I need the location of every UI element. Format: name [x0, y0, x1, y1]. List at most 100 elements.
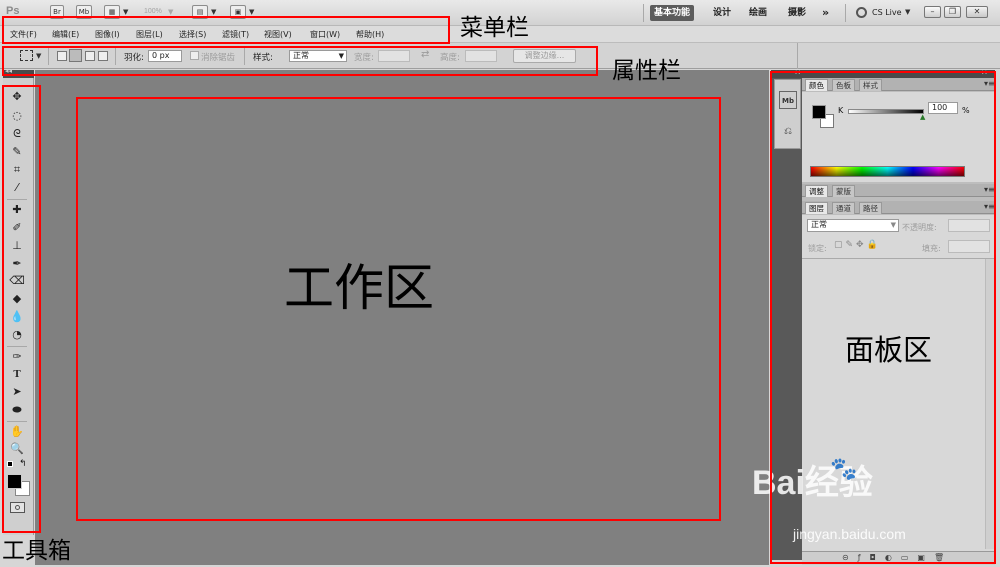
marquee-tool-icon[interactable]: ◌ [6, 108, 28, 124]
workspace-photography[interactable]: 摄影 [784, 5, 810, 21]
opacity-input[interactable] [948, 219, 990, 232]
quick-mask-icon[interactable] [10, 502, 25, 513]
restore-button[interactable]: ❐ [944, 6, 961, 18]
paint-bucket-tool-icon[interactable]: ◆ [6, 291, 28, 307]
default-colors-icon[interactable] [7, 461, 13, 467]
view-extras-button[interactable]: ▦ [104, 5, 120, 19]
more-workspaces-icon[interactable]: » [818, 5, 833, 21]
panel-column-header[interactable]: ▸▸ [802, 68, 995, 78]
toolbox-annotation: 工具箱 [2, 538, 71, 564]
type-tool-icon[interactable]: T [6, 366, 28, 382]
menu-edit[interactable]: 编辑(E) [52, 29, 79, 40]
menu-help[interactable]: 帮助(H) [356, 29, 384, 40]
menu-view[interactable]: 视图(V) [264, 29, 292, 40]
width-input[interactable] [378, 50, 410, 62]
dodge-tool-icon[interactable]: ◔ [6, 327, 28, 343]
fill-input[interactable] [948, 240, 990, 253]
path-selection-tool-icon[interactable]: ➤ [6, 384, 28, 400]
lock-icons[interactable]: ▢✎✥🔒 [834, 240, 881, 250]
workspace-painting[interactable]: 绘画 [745, 5, 771, 21]
refine-edge-button[interactable]: 调整边缘... [513, 49, 576, 63]
menu-select[interactable]: 选择(S) [179, 29, 206, 40]
color-spectrum-bar[interactable] [810, 166, 965, 177]
mini-bridge-icon[interactable]: Mb [779, 91, 797, 109]
mini-bridge-button[interactable]: Mb [76, 5, 92, 19]
tab-adjustments[interactable]: 调整 [805, 185, 828, 197]
workspace-essentials[interactable]: 基本功能 [650, 5, 695, 21]
k-value-input[interactable]: 100 [928, 102, 958, 114]
ellipse-tool-icon[interactable]: ⬬ [6, 402, 28, 418]
collapse-icon[interactable]: ◂◂ [5, 67, 12, 75]
panel-menu-icon[interactable]: ▾≡ [984, 79, 995, 88]
pen-tool-icon[interactable]: ✑ [6, 349, 28, 365]
move-tool-icon[interactable]: ✥ [6, 89, 28, 105]
foreground-color-swatch[interactable] [7, 474, 22, 489]
crop-tool-icon[interactable]: ⌗ [6, 162, 28, 178]
panel-menu-icon[interactable]: ▾≡ [984, 202, 995, 211]
blur-tool-icon[interactable]: 💧 [6, 309, 28, 325]
antialias-label: 消除锯齿 [201, 53, 236, 63]
tab-color[interactable]: 颜色 [805, 79, 828, 91]
workspace-design[interactable]: 设计 [709, 5, 735, 21]
tab-masks[interactable]: 蒙版 [832, 185, 855, 197]
new-selection-icon[interactable] [57, 51, 67, 61]
eyedropper-tool-icon[interactable]: ⁄ [6, 180, 28, 196]
tool-preset-dropdown-icon[interactable]: ▼ [36, 52, 41, 60]
add-to-selection-icon[interactable] [69, 49, 82, 62]
zoom-tool-icon[interactable]: 🔍 [6, 441, 28, 457]
toolbox-header[interactable]: ◂◂ [3, 67, 34, 78]
slider-thumb-icon[interactable]: ▲ [920, 113, 925, 121]
layers-scrollbar[interactable] [985, 259, 995, 549]
tab-paths[interactable]: 路径 [859, 202, 882, 214]
blend-mode-select[interactable]: 正常 ▼ [807, 219, 899, 232]
intersect-selection-icon[interactable] [98, 51, 108, 61]
history-brush-tool-icon[interactable]: ✒ [6, 256, 28, 272]
menu-layer[interactable]: 图层(L) [136, 29, 163, 40]
menu-file[interactable]: 文件(F) [10, 29, 37, 40]
quick-selection-tool-icon[interactable]: ✎ [6, 144, 28, 160]
tab-channels[interactable]: 通道 [832, 202, 855, 214]
menu-image[interactable]: 图像(I) [95, 29, 120, 40]
collapse-panels-icon[interactable]: ▸▸ [982, 68, 989, 76]
separator [115, 47, 116, 65]
history-icon[interactable]: ⎌ [779, 123, 797, 141]
screen-mode-dropdown-icon[interactable]: ▼ [249, 8, 254, 16]
close-button[interactable]: ✕ [966, 6, 988, 18]
tab-swatches[interactable]: 色板 [832, 79, 855, 91]
bridge-button[interactable]: Br [50, 5, 64, 19]
tab-layers[interactable]: 图层 [805, 202, 828, 214]
style-select[interactable]: 正常 ▼ [289, 50, 347, 62]
feather-input[interactable]: 0 px [148, 50, 182, 62]
menu-window[interactable]: 窗口(W) [310, 29, 340, 40]
expand-icon[interactable]: ◂◂ [793, 68, 800, 76]
k-slider-track[interactable] [848, 109, 924, 114]
cs-live-dropdown-icon[interactable]: ▼ [905, 8, 910, 16]
minimize-button[interactable]: – [924, 6, 941, 18]
screen-mode-button[interactable]: ▣ [230, 5, 246, 19]
swap-icon[interactable]: ⇄ [421, 49, 429, 60]
hand-tool-icon[interactable]: ✋ [6, 424, 28, 440]
zoom-dropdown-icon[interactable]: ▼ [168, 8, 173, 16]
clone-stamp-tool-icon[interactable]: ⊥ [6, 238, 28, 254]
dock-header[interactable]: ◂◂ [771, 68, 802, 78]
swap-colors-icon[interactable]: ↰ [19, 459, 27, 469]
menu-filter[interactable]: 滤镜(T) [222, 29, 249, 40]
panel-menu-icon[interactable]: ▾≡ [984, 185, 995, 194]
eraser-tool-icon[interactable]: ⌫ [6, 273, 28, 289]
antialias-checkbox[interactable] [190, 51, 199, 60]
tab-styles[interactable]: 样式 [859, 79, 882, 91]
zoom-level[interactable]: 100% [144, 8, 162, 15]
brush-tool-icon[interactable]: ✐ [6, 220, 28, 236]
panelarea-annotation: 面板区 [845, 333, 933, 367]
layer-action-icons[interactable]: ⊝ƒ◘◐▭▣🗑 [842, 553, 953, 562]
subtract-selection-icon[interactable] [85, 51, 95, 61]
arrange-dropdown-icon[interactable]: ▼ [211, 8, 216, 16]
foreground-swatch[interactable] [812, 105, 826, 119]
cs-live-button[interactable]: CS Live [872, 8, 902, 17]
rect-marquee-icon[interactable] [20, 50, 33, 61]
height-input[interactable] [465, 50, 497, 62]
lasso-tool-icon[interactable]: ᘓ [6, 126, 28, 142]
view-extras-dropdown-icon[interactable]: ▼ [123, 8, 128, 16]
arrange-documents-button[interactable]: ▤ [192, 5, 208, 19]
healing-brush-tool-icon[interactable]: ✚ [6, 202, 28, 218]
